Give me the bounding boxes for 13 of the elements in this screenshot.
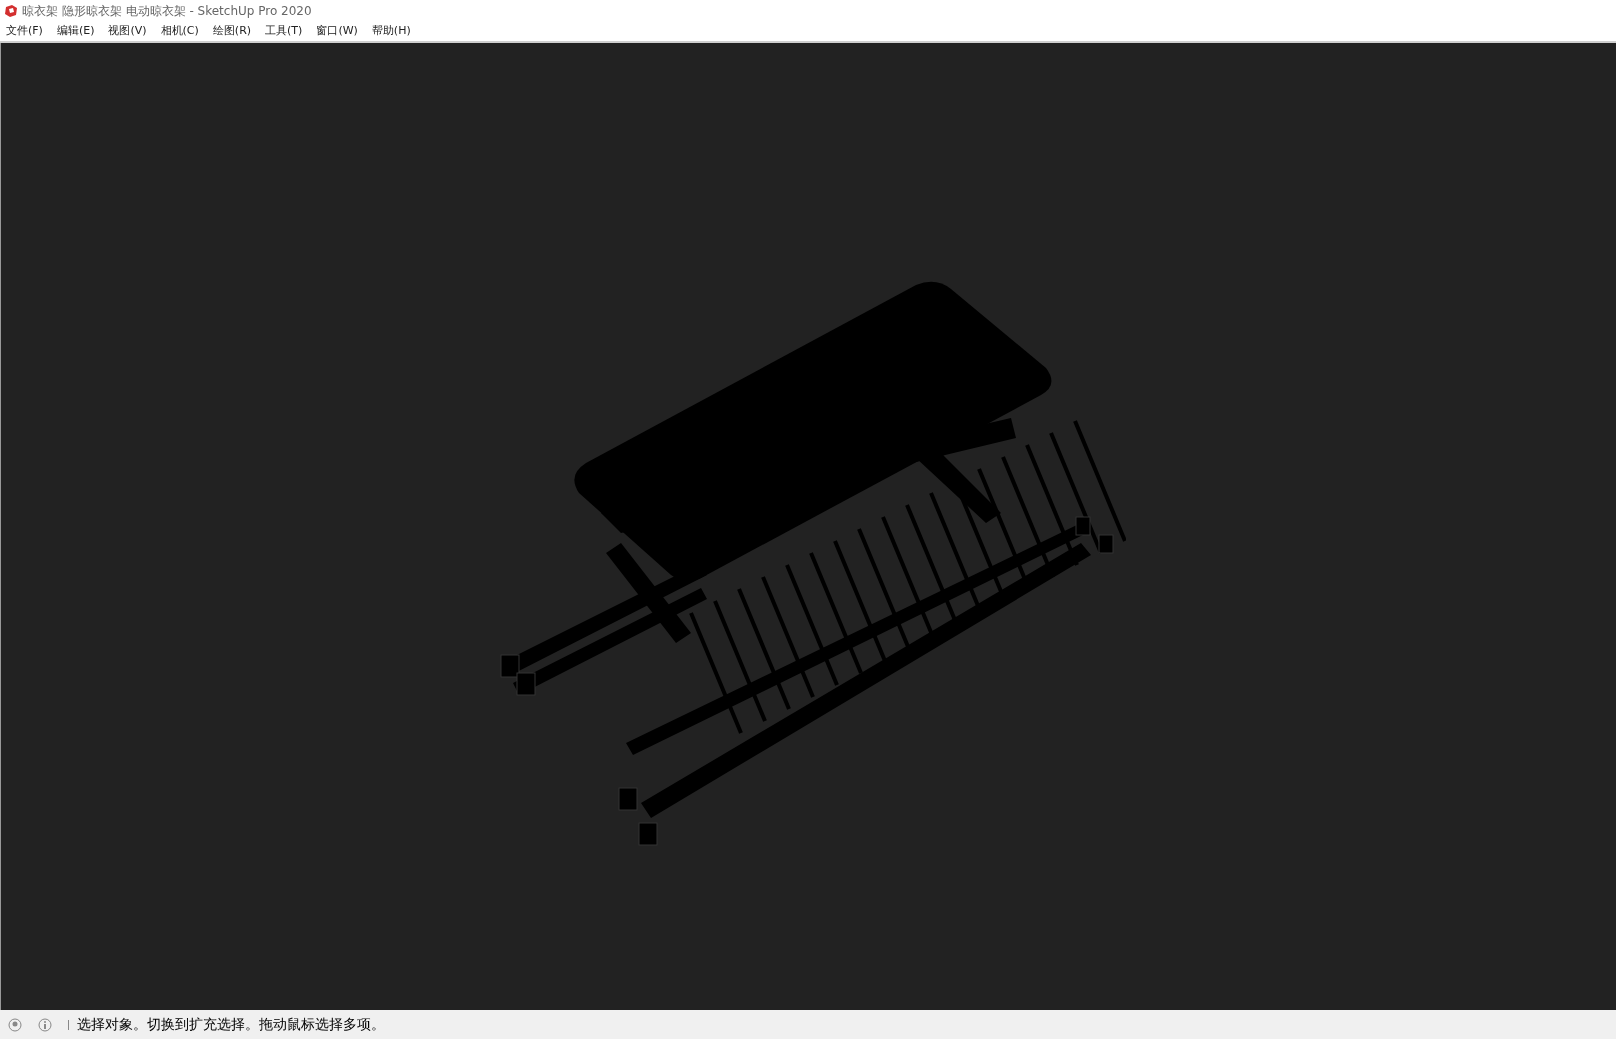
menu-item[interactable]: 帮助(H) <box>371 23 411 40</box>
app-logo-icon <box>4 4 18 18</box>
info-icon[interactable] <box>38 1017 52 1032</box>
status-message: 选择对象。切换到扩充选择。拖动鼠标选择多项。 <box>77 1015 385 1034</box>
menu-item[interactable]: 文件(F) <box>6 23 43 40</box>
menu-item[interactable]: 窗口(W) <box>316 23 358 40</box>
menu-item[interactable]: 编辑(E) <box>56 23 95 40</box>
menu-item[interactable]: 视图(V) <box>108 23 147 40</box>
menu-item[interactable]: 绘图(R) <box>212 23 252 40</box>
menu-item[interactable]: 工具(T) <box>265 23 303 40</box>
geo-location-icon[interactable] <box>8 1017 22 1032</box>
window-title: 晾衣架 隐形晾衣架 电动晾衣架 - SketchUp Pro 2020 <box>22 3 312 20</box>
menu-item[interactable]: 相机(C) <box>160 23 199 40</box>
